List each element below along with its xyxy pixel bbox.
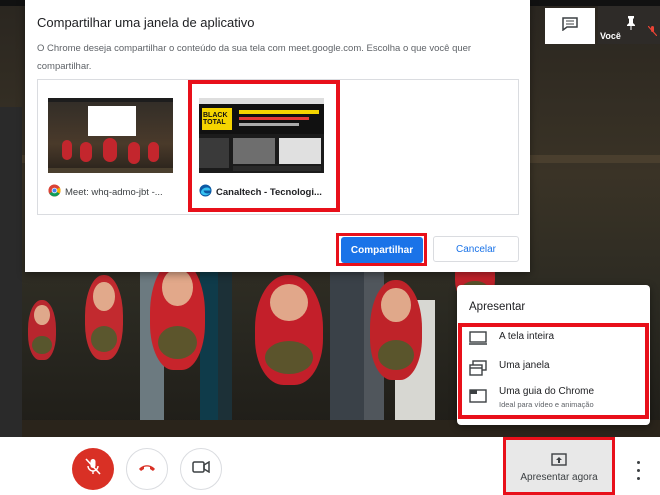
doll (28, 300, 56, 360)
chat-button[interactable] (545, 8, 595, 44)
highlight-selected-window (188, 80, 340, 212)
chat-icon (562, 16, 578, 36)
cancel-button[interactable]: Cancelar (433, 236, 519, 262)
self-tile: Você (598, 6, 660, 44)
highlight-present-now (503, 437, 615, 495)
hang-up-button[interactable] (126, 448, 168, 490)
present-menu-title: Apresentar (469, 301, 526, 313)
dialog-description: O Chrome deseja compartilhar o conteúdo … (37, 43, 472, 72)
more-dot (636, 460, 640, 464)
highlight-share-button (336, 233, 427, 266)
self-name: Você (600, 31, 621, 41)
dialog-title: Compartilhar uma janela de aplicativo (37, 15, 255, 30)
camera-icon (192, 460, 210, 478)
mic-off-icon (85, 457, 101, 481)
more-options-button[interactable] (630, 458, 646, 482)
doll (255, 275, 323, 385)
more-dot (636, 468, 640, 472)
window-option-meet[interactable]: Meet: whq-admo-jbt -... (40, 92, 180, 204)
more-dot (636, 476, 640, 480)
pin-icon[interactable] (626, 16, 636, 35)
chrome-icon (48, 184, 61, 200)
highlight-present-options (458, 323, 649, 419)
mic-off-icon (647, 23, 658, 41)
hang-up-icon (138, 460, 156, 478)
mic-toggle-button[interactable] (72, 448, 114, 490)
camera-toggle-button[interactable] (180, 448, 222, 490)
window-label: Meet: whq-admo-jbt -... (48, 184, 176, 200)
book (330, 255, 364, 420)
doll (150, 260, 205, 370)
doll (370, 280, 422, 380)
book (218, 270, 232, 420)
doll (85, 275, 123, 360)
book (0, 107, 22, 437)
window-thumbnail (48, 98, 173, 173)
